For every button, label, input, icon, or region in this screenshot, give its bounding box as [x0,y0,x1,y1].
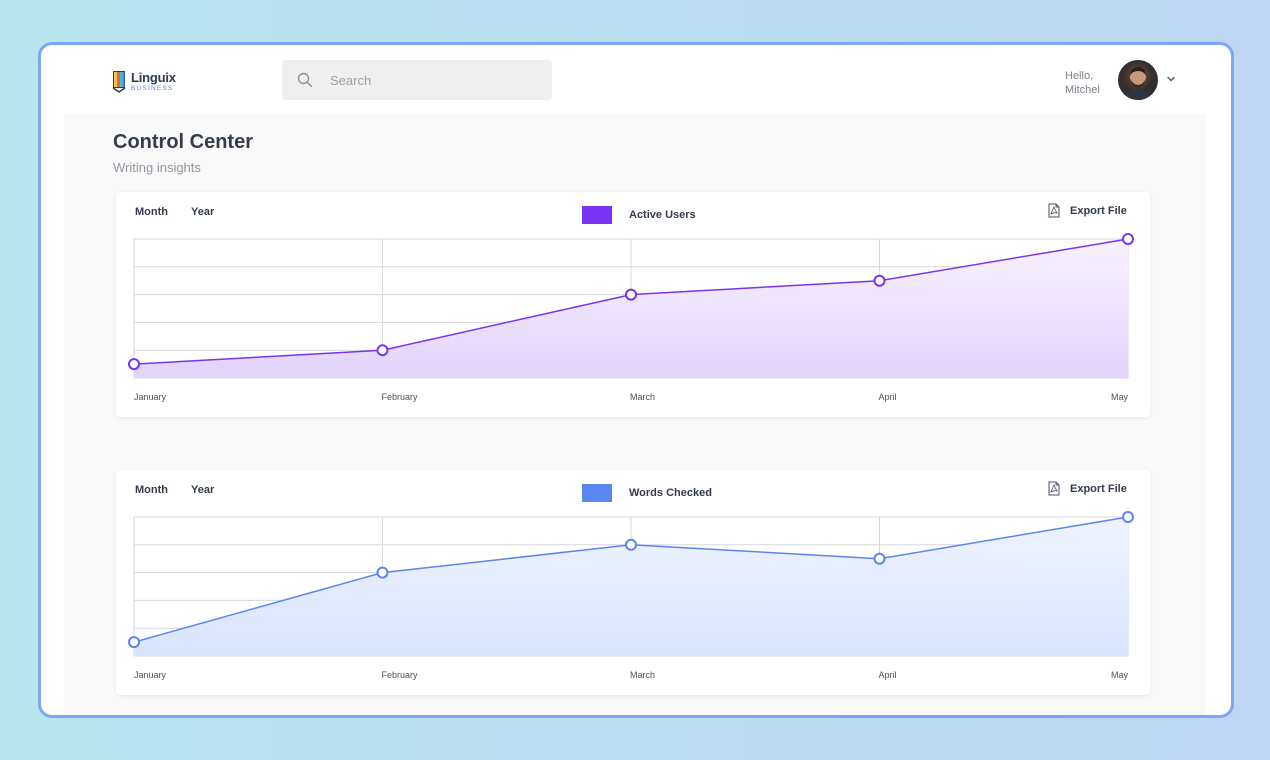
search-placeholder: Search [330,72,372,88]
x-tick-label: March [630,392,655,402]
greeting-line-2: Mitchel [1065,84,1100,96]
page-subtitle: Writing insights [113,160,201,175]
active-users-line-chart: January February March April May [128,233,1134,402]
x-tick-label: February [382,670,419,680]
data-point [625,288,637,301]
book-logo-icon [112,71,126,93]
active-users-card: Month Year Active Users Export File Janu… [116,192,1150,417]
data-point [376,344,389,357]
data-point [873,552,886,565]
x-tick-label: January [134,670,167,680]
data-point [128,358,140,371]
logo-subtitle: BUSINESS [131,85,174,93]
data-point [625,538,637,551]
greeting-line-1: Hello, [1065,70,1094,82]
chevron-down-icon[interactable] [1165,73,1177,85]
page-title: Control Center [113,131,253,153]
data-point [873,274,886,287]
main-content: Control Center Writing insights Month Ye… [64,114,1206,715]
words-checked-card: Month Year Words Checked Export File Jan… [116,470,1150,695]
x-tick-label: April [879,392,897,402]
x-tick-label: May [1111,392,1129,402]
avatar-portrait [1124,67,1152,100]
data-point [1122,511,1134,523]
logo-name: Linguix [131,70,176,86]
user-greeting: Hello, Mitchel [1065,69,1100,97]
data-point [128,636,140,649]
words-checked-line-chart: January February March April May [128,511,1134,680]
x-tick-label: February [382,392,419,402]
data-point [376,566,389,579]
x-tick-label: March [630,670,655,680]
x-tick-label: April [879,670,897,680]
avatar[interactable] [1118,60,1158,100]
x-tick-label: May [1111,670,1129,680]
linguix-logo[interactable]: Linguix BUSINESS [112,70,176,94]
x-tick-label: January [134,392,167,402]
search-icon [297,72,313,88]
data-point [1122,233,1134,245]
search-input[interactable]: Search [282,60,552,100]
app-window: Linguix BUSINESS Search Hello, Mitchel C… [38,42,1234,718]
